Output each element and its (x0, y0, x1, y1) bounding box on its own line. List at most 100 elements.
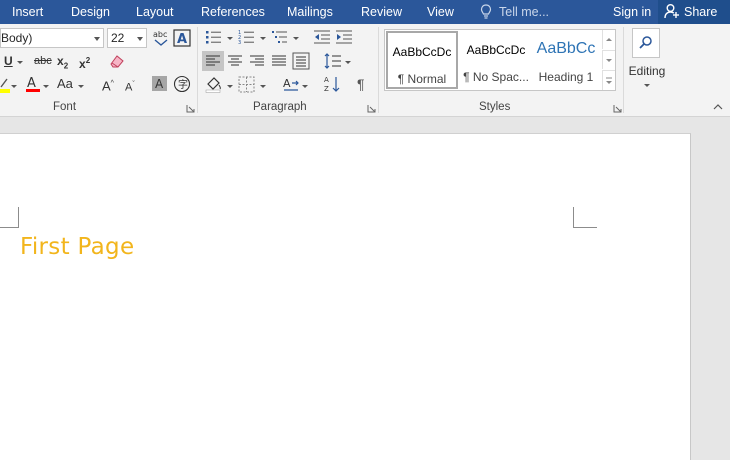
font-name-box[interactable]: Body) (0, 28, 104, 48)
borders-icon[interactable] (238, 76, 255, 93)
chevron-down-icon[interactable] (11, 85, 17, 88)
chevron-down-icon[interactable] (78, 85, 84, 88)
tab-review[interactable]: Review (361, 0, 402, 24)
style-no-spacing[interactable]: AaBbCcDc ¶ No Spac... (460, 31, 532, 89)
tab-layout[interactable]: Layout (136, 0, 174, 24)
paragraph-group-label: Paragraph (253, 101, 307, 113)
line-spacing-icon[interactable] (324, 52, 342, 70)
chevron-down-icon[interactable] (94, 37, 100, 41)
svg-text:字: 字 (178, 78, 188, 91)
group-separator (378, 27, 379, 113)
sign-in-link[interactable]: Sign in (613, 0, 651, 24)
gallery-scroll-up[interactable] (602, 30, 615, 49)
chevron-down-icon[interactable] (260, 85, 266, 88)
svg-text:A: A (177, 32, 187, 47)
clear-formatting-icon[interactable]: A (173, 29, 191, 47)
superscript-icon[interactable]: x2 (79, 53, 90, 72)
numbering-icon[interactable]: 1 2 3 (238, 29, 256, 45)
chevron-down-icon[interactable] (302, 85, 308, 88)
multilevel-list-icon[interactable] (271, 29, 289, 45)
tab-design[interactable]: Design (71, 0, 110, 24)
styles-gallery: AaBbCcDc ¶ Normal AaBbCcDc ¶ No Spac... … (384, 29, 616, 91)
crop-mark (573, 207, 574, 228)
chevron-down-icon[interactable] (227, 37, 233, 40)
align-center-icon[interactable] (227, 53, 243, 69)
tell-me-label: Tell me... (499, 5, 550, 19)
group-separator (197, 27, 198, 113)
crop-mark (573, 227, 597, 228)
font-dialog-launcher-icon[interactable] (186, 104, 195, 113)
paragraph-dialog-launcher-icon[interactable] (367, 104, 376, 113)
asian-layout-icon[interactable]: A (282, 75, 300, 93)
lightbulb-icon (480, 4, 492, 19)
chevron-down-icon[interactable] (137, 37, 143, 41)
editing-label: Editing (628, 64, 666, 78)
shading-icon[interactable] (205, 75, 223, 93)
crop-mark (0, 227, 19, 228)
font-group-label: Font (53, 101, 77, 113)
more-icon (606, 77, 612, 84)
eraser-icon[interactable] (108, 52, 126, 70)
style-heading-1[interactable]: AaBbCc Heading 1 (530, 31, 602, 89)
align-left-icon[interactable] (205, 53, 221, 69)
tab-mailings[interactable]: Mailings (287, 0, 333, 24)
tab-references[interactable]: References (201, 0, 265, 24)
share-button[interactable]: Share (658, 0, 730, 24)
character-shading-icon[interactable]: A (151, 75, 168, 92)
strikethrough-icon[interactable]: abc (34, 53, 52, 69)
editing-button[interactable]: Editing (627, 28, 667, 98)
tab-view[interactable]: View (427, 0, 454, 24)
justify-icon[interactable] (271, 53, 287, 69)
ribbon: Body) 22 abc A U abc x2 x2 A Aa A^ Aˇ A (0, 24, 730, 117)
document-heading[interactable]: First Page (20, 234, 134, 260)
document-canvas: First Page (0, 118, 730, 460)
show-formatting-marks-icon[interactable]: ¶ (357, 76, 365, 92)
collapse-ribbon-icon[interactable] (713, 103, 723, 111)
ribbon-tab-bar: Insert Design Layout References Mailings… (0, 0, 730, 24)
chevron-down-icon[interactable] (260, 37, 266, 40)
grow-font-icon[interactable]: A^ (102, 76, 114, 94)
tab-insert[interactable]: Insert (12, 0, 43, 24)
chevron-down-icon[interactable] (293, 37, 299, 40)
styles-dialog-launcher-icon[interactable] (613, 104, 622, 113)
svg-text:3: 3 (238, 40, 241, 45)
font-name-value: Body) (1, 31, 33, 45)
chevron-down-icon[interactable] (227, 85, 233, 88)
change-case-icon[interactable]: abc (152, 29, 170, 47)
svg-text:A: A (324, 76, 329, 84)
group-separator (623, 27, 624, 113)
chevron-down-icon[interactable] (43, 85, 49, 88)
bullets-icon[interactable] (205, 29, 223, 45)
chevron-down-icon[interactable] (345, 61, 351, 64)
style-preview: AaBbCcDc (392, 45, 452, 59)
gallery-more[interactable] (602, 70, 615, 90)
style-normal[interactable]: AaBbCcDc ¶ Normal (386, 31, 458, 89)
distributed-icon[interactable] (292, 52, 310, 70)
font-color-icon[interactable]: A (25, 75, 41, 93)
chevron-up-icon (606, 38, 612, 41)
style-name: ¶ No Spac... (463, 70, 529, 84)
font-size-cycle-icon[interactable]: Aa (57, 76, 73, 92)
highlighter-icon[interactable] (0, 77, 10, 93)
font-size-value: 22 (111, 31, 125, 45)
style-preview: AaBbCc (536, 40, 596, 57)
svg-text:A: A (283, 77, 291, 90)
enclose-characters-icon[interactable]: 字 (173, 75, 191, 93)
style-name: ¶ Normal (397, 72, 447, 86)
gallery-scroll-down[interactable] (602, 50, 615, 69)
chevron-down-icon (606, 59, 612, 62)
sort-icon[interactable]: A Z (324, 75, 342, 93)
share-label: Share (684, 5, 718, 19)
document-page[interactable]: First Page (0, 133, 691, 460)
align-right-icon[interactable] (249, 53, 265, 69)
styles-group-label: Styles (479, 101, 511, 113)
font-size-box[interactable]: 22 (107, 28, 147, 48)
shrink-font-icon[interactable]: Aˇ (125, 77, 135, 96)
subscript-icon[interactable]: x2 (57, 53, 68, 74)
chevron-down-icon[interactable] (17, 61, 23, 64)
underline-icon[interactable]: U (4, 53, 13, 69)
increase-indent-icon[interactable] (335, 29, 353, 45)
chevron-down-icon (644, 84, 650, 87)
decrease-indent-icon[interactable] (313, 29, 331, 45)
svg-text:A: A (155, 77, 164, 91)
